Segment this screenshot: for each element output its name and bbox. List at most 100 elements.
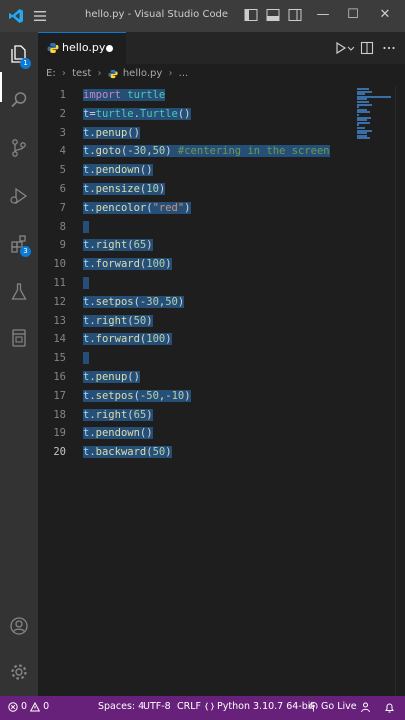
line-number: 9 [59, 239, 66, 252]
code-line[interactable]: t.pendown() [83, 424, 153, 443]
code-token: () [139, 427, 153, 440]
toggle-sidebar-icon[interactable] [244, 8, 258, 22]
eol-status[interactable]: CRLF [177, 701, 201, 712]
vertical-scrollbar[interactable] [395, 86, 405, 696]
go-live-label: Go Live [321, 701, 357, 712]
code-token: 65 [133, 239, 147, 252]
code-token: 50 [165, 295, 178, 308]
code-token: 65 [133, 408, 147, 421]
breadcrumb-more[interactable]: ... [179, 68, 189, 79]
menu-icon[interactable] [32, 8, 48, 24]
minimap[interactable] [355, 86, 395, 146]
code-line[interactable]: t.pencolor("red") [83, 199, 191, 218]
search-icon[interactable] [9, 90, 29, 110]
line-number: 2 [59, 107, 66, 120]
tab-hello-py[interactable]: hello.py [38, 32, 126, 64]
selection-highlight: t.setpos(-30,50) [83, 295, 185, 308]
language-mode[interactable]: Python [205, 701, 250, 712]
editor-tabs: hello.py [38, 32, 405, 64]
code-token: pendown [95, 427, 140, 440]
breadcrumb-drive[interactable]: E: [46, 68, 56, 79]
code-line[interactable]: t.pensize(10) [83, 180, 166, 199]
line-number: 7 [59, 201, 66, 214]
toggle-secondary-sidebar-icon[interactable] [288, 8, 302, 22]
remote-explorer-icon[interactable] [9, 328, 29, 348]
testing-icon[interactable] [9, 282, 29, 302]
code-token: right [95, 239, 128, 252]
breadcrumb-file[interactable]: hello.py [123, 68, 162, 79]
code-token: () [127, 371, 140, 383]
code-line[interactable]: t.right(50) [83, 312, 153, 331]
split-editor-icon[interactable] [360, 41, 374, 55]
code-line[interactable]: t.setpos(-50,-10) [83, 387, 191, 406]
selection-highlight: t=turtle.Turtle() [83, 107, 191, 120]
run-debug-icon[interactable] [9, 186, 29, 206]
minimize-button[interactable]: — [314, 6, 332, 24]
code-line[interactable]: t.penup() [83, 368, 140, 387]
code-line[interactable]: t.forward(100) [83, 330, 172, 349]
line-number: 3 [59, 126, 66, 139]
code-token: import [83, 89, 121, 101]
encoding-status[interactable]: UTF-8 [143, 701, 171, 712]
code-token: 10 [146, 183, 159, 195]
code-line[interactable]: t=turtle.Turtle() [83, 105, 191, 124]
code-editor[interactable]: 1 2 3 4 5 6 7 8 9 10 11 12 13 14 15 16 17 18 19 20 import t… [38, 86, 405, 696]
code-token: 100 [146, 258, 166, 271]
code-line[interactable]: t.pendown() [83, 161, 153, 180]
selection-highlight: t.penup() [83, 126, 140, 139]
code-token: ) [184, 389, 191, 402]
broadcast-icon [309, 701, 318, 711]
code-token: 30 [146, 295, 159, 308]
selection-highlight: t.pencolor("red") [83, 201, 191, 214]
selection-highlight: t.pensize(10) [83, 183, 166, 195]
activity-bar: 1 3 [0, 32, 38, 696]
code-line[interactable] [83, 218, 90, 237]
selection-highlight [83, 352, 90, 365]
feedback-person-icon[interactable] [360, 702, 371, 713]
settings-gear-icon[interactable] [9, 662, 29, 682]
line-number: 14 [53, 333, 66, 346]
selection-highlight: t.pendown() [83, 164, 153, 177]
toggle-panel-icon[interactable] [266, 8, 280, 22]
code-line[interactable]: t.penup() [83, 124, 140, 143]
line-number: 19 [53, 427, 66, 440]
account-icon[interactable] [9, 616, 29, 636]
selection-highlight: t.right(65) [83, 239, 153, 252]
run-dropdown-chevron-icon[interactable] [346, 41, 356, 55]
code-line[interactable]: t.goto(-30,50) #centering in the screen [83, 142, 330, 161]
code-token: () [127, 126, 140, 139]
python-interpreter[interactable]: 3.10.7 64-bit [253, 701, 314, 712]
code-line[interactable]: t.forward(100) [83, 255, 172, 274]
code-line[interactable] [83, 349, 90, 368]
problems-indicator[interactable]: 0 0 [8, 701, 49, 712]
code-line[interactable]: t.backward(50) [83, 443, 172, 462]
close-button[interactable]: ✕ [376, 6, 394, 24]
code-token: setpos [95, 295, 134, 308]
code-token: ) [184, 201, 191, 214]
code-token: () [139, 164, 153, 177]
code-line[interactable]: t.setpos(-30,50) [83, 293, 185, 312]
code-token: ) [146, 239, 153, 252]
code-token: 50 [152, 446, 166, 459]
code-token: 50 [152, 145, 166, 158]
code-line[interactable] [83, 274, 90, 293]
line-number: 12 [53, 295, 66, 308]
more-actions-icon[interactable] [382, 41, 396, 55]
breadcrumb-folder[interactable]: test [72, 68, 91, 79]
vscode-logo-icon[interactable] [8, 8, 24, 24]
indentation-status[interactable]: Spaces: 4 [98, 701, 144, 712]
unsaved-dot-icon[interactable] [106, 45, 113, 52]
tab-label: hello.py [62, 41, 106, 54]
line-number: 18 [53, 408, 66, 421]
code-line[interactable]: import turtle [83, 86, 166, 105]
code-token: ) [165, 446, 172, 459]
notifications-bell-icon[interactable] [384, 702, 395, 713]
go-live-button[interactable]: Go Live [309, 701, 357, 712]
code-line[interactable]: t.right(65) [83, 406, 153, 425]
source-control-icon[interactable] [9, 138, 29, 158]
code-token: pensize [95, 183, 140, 195]
maximize-button[interactable]: ☐ [344, 6, 362, 24]
code-token: penup [95, 126, 128, 139]
code-line[interactable]: t.right(65) [83, 236, 153, 255]
selection-highlight: t.forward(100) [83, 258, 172, 271]
